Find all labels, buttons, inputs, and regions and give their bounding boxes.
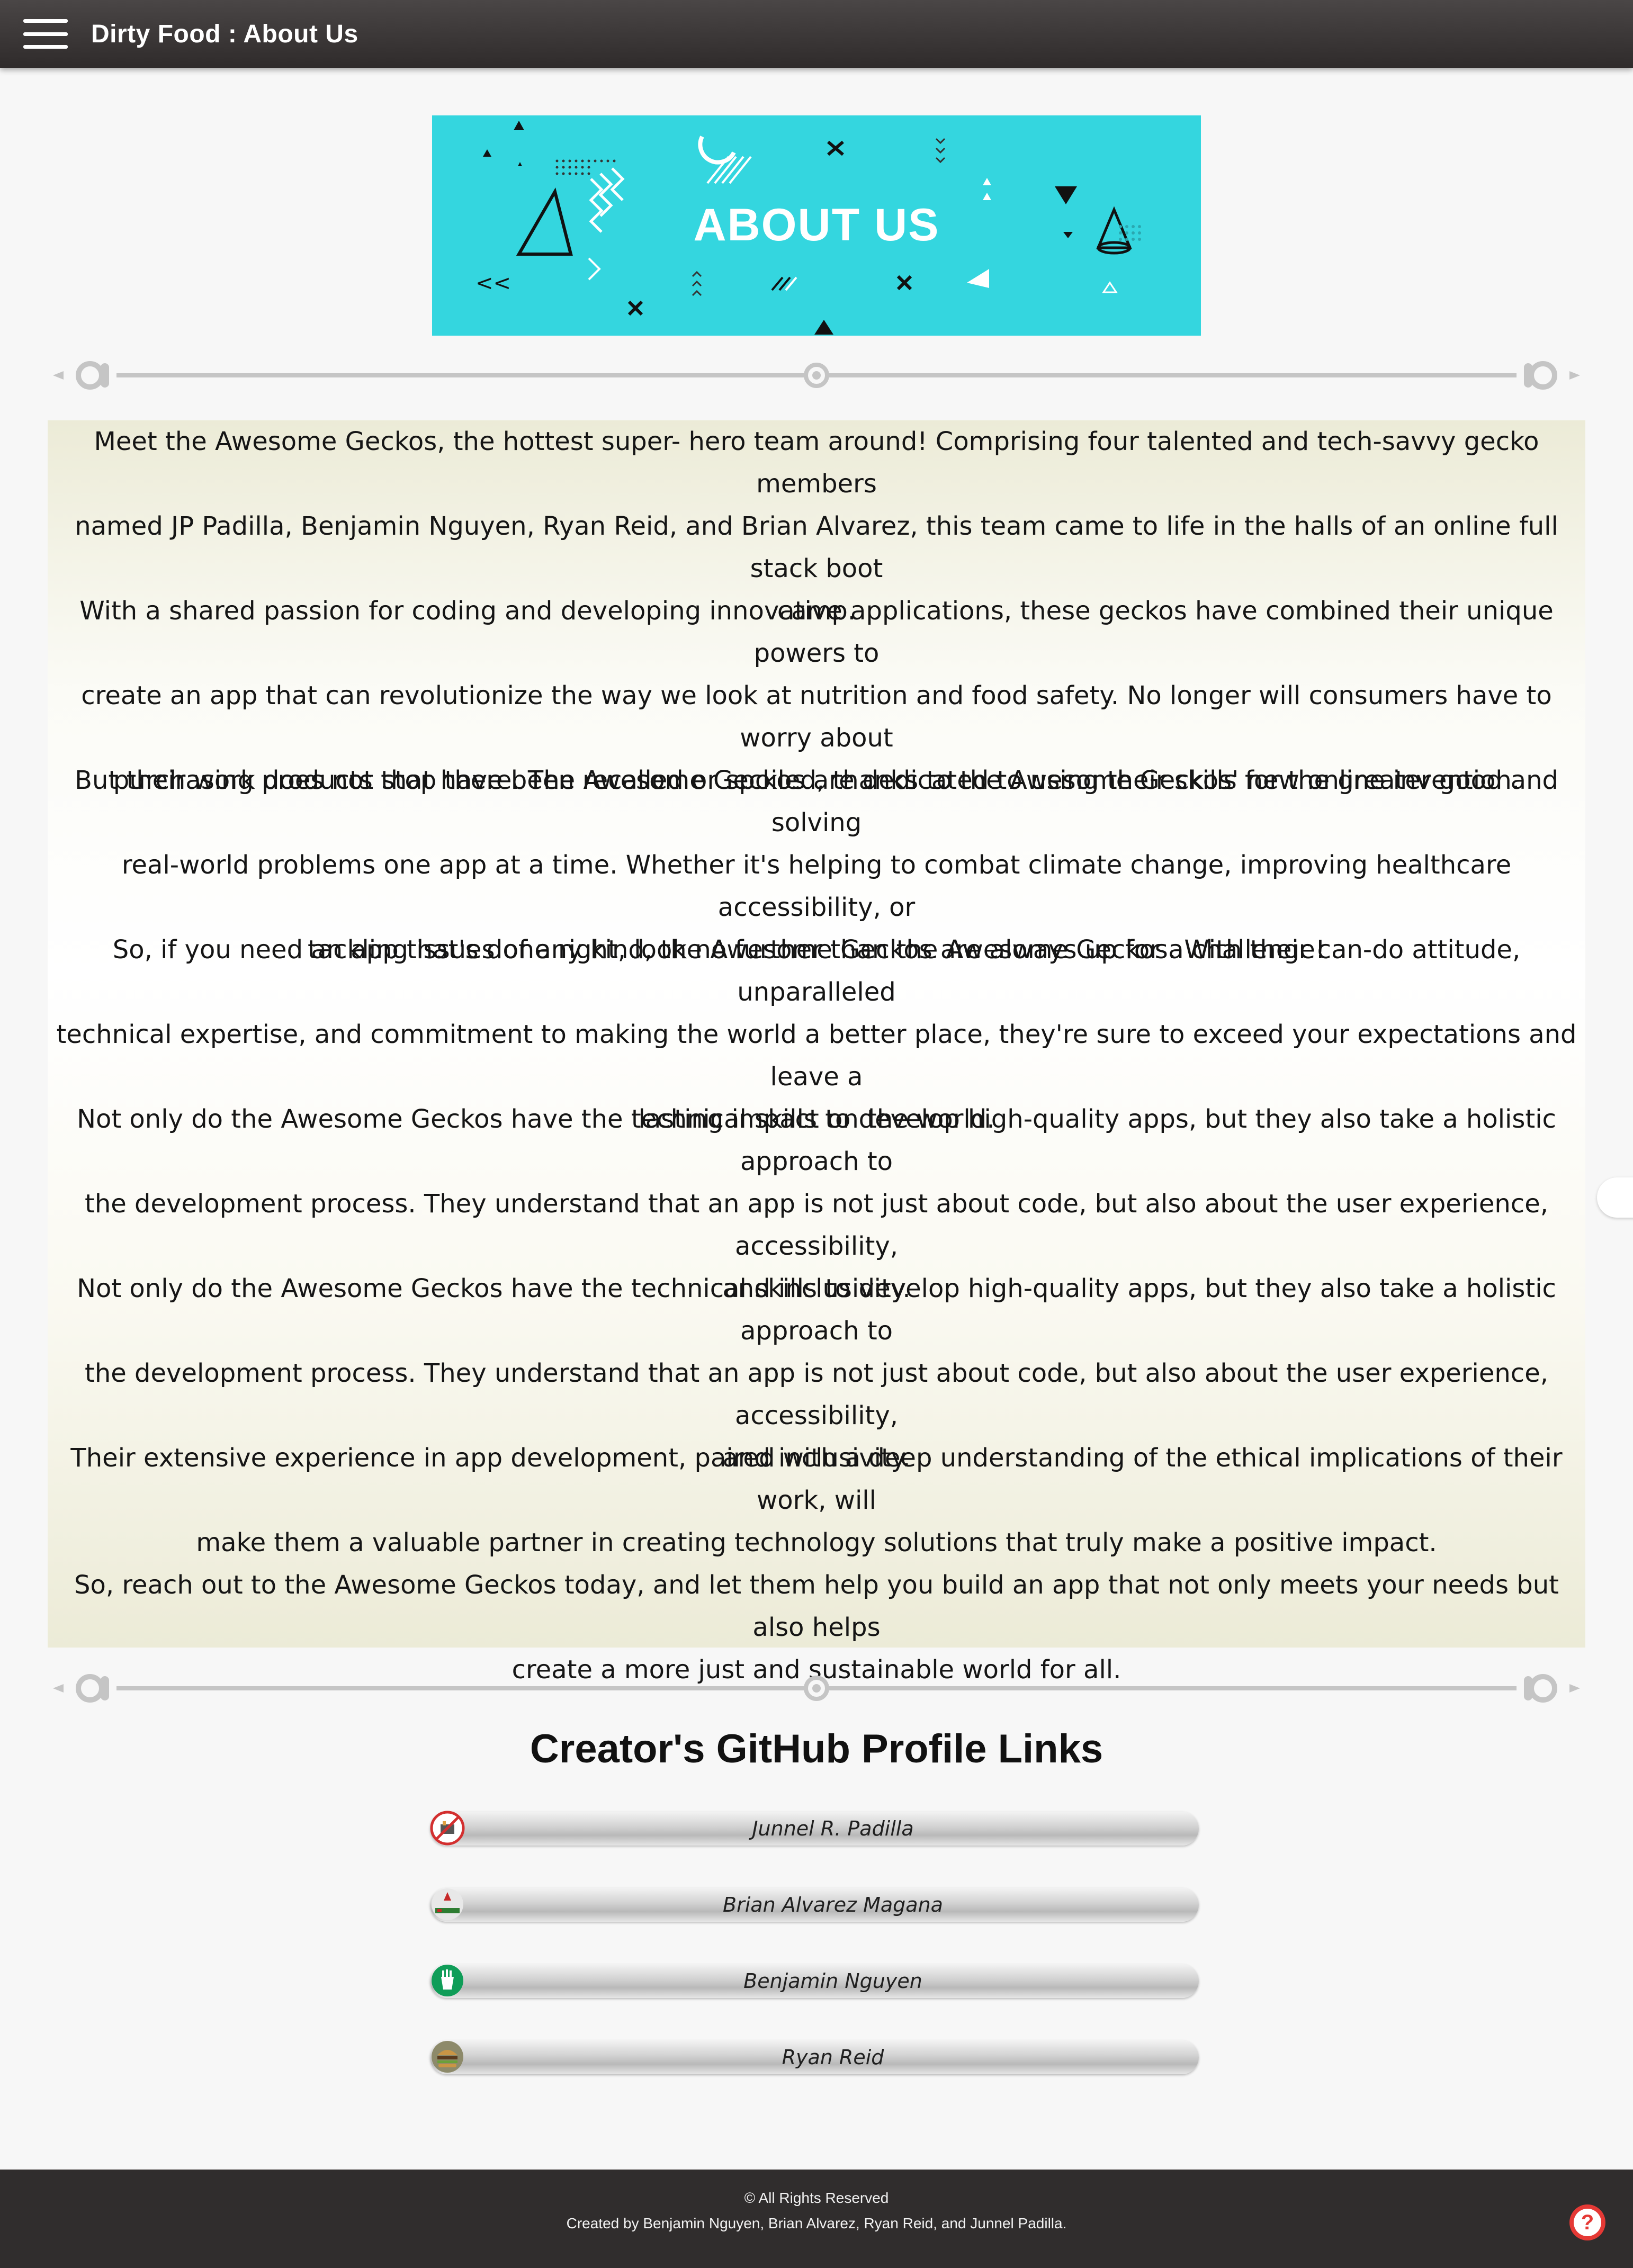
- no-junk-food-avatar-icon: [430, 1811, 465, 1846]
- profile-name: Benjamin Nguyen: [743, 1969, 922, 1993]
- profile-link-benjamin-nguyen[interactable]: Benjamin Nguyen: [430, 1964, 1199, 1998]
- side-drawer-handle[interactable]: [1597, 1177, 1633, 1218]
- profile-link-ryan-reid[interactable]: Ryan Reid: [430, 2040, 1199, 2074]
- burger-avatar-icon: [432, 2041, 463, 2073]
- profile-name: Brian Alvarez Magana: [723, 1893, 943, 1916]
- hamburger-menu-icon[interactable]: [23, 19, 68, 49]
- footer: © All Rights Reserved Created by Benjami…: [0, 2170, 1633, 2268]
- svg-text:<<: <<: [475, 271, 511, 295]
- banner-title: ABOUT US: [693, 200, 940, 250]
- green-fries-avatar-icon: [432, 1965, 463, 1996]
- profile-link-brian-alvarez[interactable]: Brian Alvarez Magana: [430, 1888, 1199, 1922]
- app-bar: Dirty Food : About Us: [0, 0, 1633, 68]
- help-question-icon[interactable]: ?: [1569, 2204, 1605, 2240]
- profile-name: Junnel R. Padilla: [752, 1817, 914, 1840]
- footer-rights: © All Rights Reserved: [744, 2190, 889, 2206]
- ornamental-divider-top: [53, 361, 1580, 390]
- profile-name: Ryan Reid: [782, 2046, 884, 2069]
- about-text-panel: Meet the Awesome Geckos, the hottest sup…: [48, 420, 1585, 1685]
- about-paragraph-7: Their extensive experience in app develo…: [70, 1443, 1563, 1558]
- profile-link-junnel-padilla[interactable]: Junnel R. Padilla: [430, 1811, 1199, 1846]
- page-title: Dirty Food : About Us: [91, 20, 358, 48]
- footer-credits: Created by Benjamin Nguyen, Brian Alvare…: [566, 2215, 1067, 2231]
- food-logo-avatar-icon: [432, 1888, 463, 1920]
- ornamental-divider-bottom: [53, 1674, 1580, 1703]
- about-us-banner: << ABOUT US: [432, 115, 1201, 336]
- github-section-heading: Creator's GitHub Profile Links: [530, 1726, 1103, 1771]
